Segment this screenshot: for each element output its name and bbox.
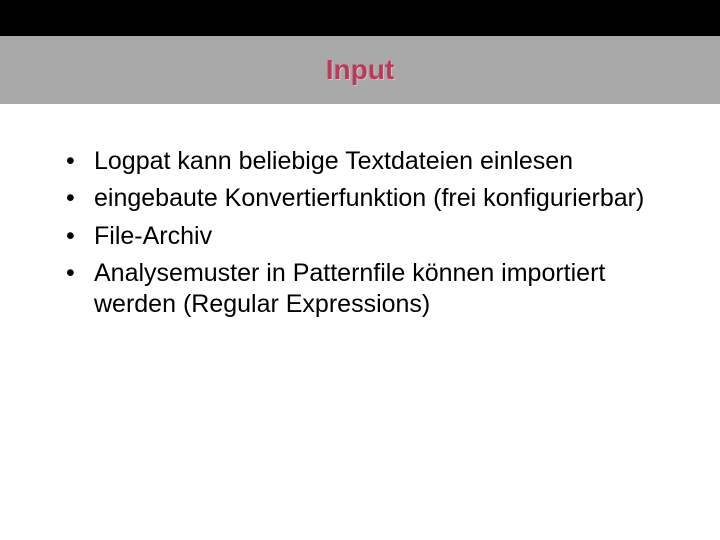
bullet-text: File-Archiv (94, 222, 212, 250)
list-item: eingebaute Konvertierfunktion (frei konf… (60, 183, 660, 214)
list-item: Analysemuster in Patternfile können impo… (60, 258, 660, 321)
bullet-text: Analysemuster in Patternfile können impo… (94, 259, 605, 318)
list-item: Logpat kann beliebige Textdateien einles… (60, 146, 660, 177)
slide-title: Input (326, 54, 394, 86)
title-bar: Input (0, 36, 720, 104)
bullet-text: Logpat kann beliebige Textdateien einles… (94, 147, 573, 175)
bullet-list: Logpat kann beliebige Textdateien einles… (60, 146, 660, 320)
top-black-bar (0, 0, 720, 36)
slide: Input Logpat kann beliebige Textdateien … (0, 0, 720, 540)
list-item: File-Archiv (60, 221, 660, 252)
slide-body: Logpat kann beliebige Textdateien einles… (0, 104, 720, 540)
bullet-text: eingebaute Konvertierfunktion (frei konf… (94, 184, 644, 212)
